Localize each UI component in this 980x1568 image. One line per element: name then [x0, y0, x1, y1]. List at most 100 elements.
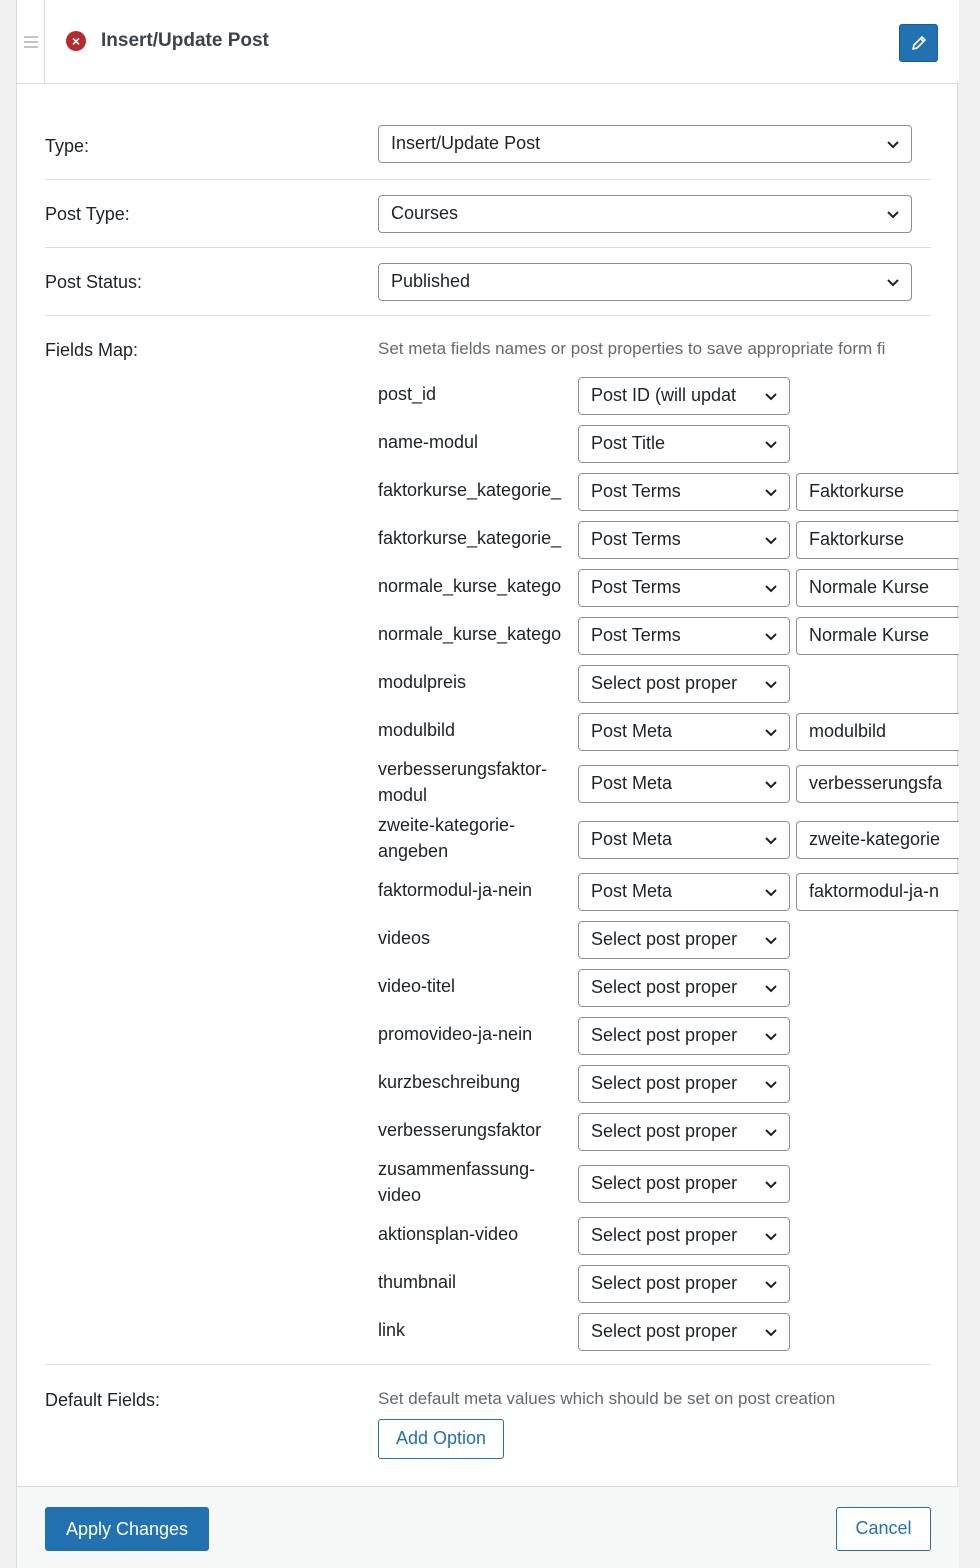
error-icon: ×	[66, 31, 86, 51]
panel-title: Insert/Update Post	[101, 30, 269, 51]
field-map-property-select[interactable]: Select post proper	[578, 1017, 790, 1055]
field-map-property-select[interactable]: Select post proper	[578, 1313, 790, 1351]
field-map-meta-input[interactable]: faktormodul-ja-n	[796, 873, 959, 911]
drag-handle-icon[interactable]	[17, 0, 45, 84]
action-panel: × Insert/Update Post Type: Insert/Update…	[16, 0, 959, 1568]
chevron-down-icon	[765, 1033, 777, 1041]
field-map-meta-input[interactable]: verbesserungsfa	[796, 765, 959, 803]
field-map-property-select[interactable]: Select post proper	[578, 1113, 790, 1151]
field-map-property-value: Select post proper	[591, 977, 738, 997]
field-map-property-value: Post Title	[591, 433, 666, 453]
field-map-property-value: Post Meta	[591, 829, 673, 849]
default-fields-description: Set default meta values which should be …	[378, 1389, 836, 1408]
chevron-down-icon	[765, 729, 777, 737]
divider	[45, 179, 931, 180]
chevron-down-icon	[765, 585, 777, 593]
chevron-down-icon	[765, 781, 777, 789]
post-status-select[interactable]: Published	[378, 263, 912, 301]
field-map-name: modulbild	[378, 720, 456, 740]
chevron-down-icon	[765, 937, 777, 945]
field-map-property-value: Select post proper	[591, 1273, 738, 1293]
chevron-down-icon	[765, 681, 777, 689]
chevron-down-icon	[765, 1081, 777, 1089]
field-map-name: promovideo-ja-nein	[378, 1024, 533, 1044]
field-map-property-select[interactable]: Post Terms	[578, 521, 790, 559]
field-map-property-value: Post Meta	[591, 881, 673, 901]
field-map-property-select[interactable]: Post Terms	[578, 569, 790, 607]
field-map-property-select[interactable]: Select post proper	[578, 1165, 790, 1203]
chevron-down-icon	[765, 633, 777, 641]
chevron-down-icon	[765, 441, 777, 449]
apply-changes-button[interactable]: Apply Changes	[45, 1507, 209, 1551]
field-map-property-select[interactable]: Select post proper	[578, 665, 790, 703]
field-map-property-value: Post Meta	[591, 773, 673, 793]
field-map-name: normale_kurse_katego	[378, 624, 562, 644]
chevron-down-icon	[765, 985, 777, 993]
field-map-property-value: Post Terms	[591, 625, 681, 645]
field-map-property-select[interactable]: Post ID (will updat	[578, 377, 790, 415]
field-map-name: verbesserungsfaktor-modul	[378, 759, 548, 805]
divider	[45, 315, 931, 316]
fields-map-label: Fields Map:	[45, 340, 139, 360]
field-map-property-select[interactable]: Select post proper	[578, 1217, 790, 1255]
edit-button[interactable]	[899, 24, 938, 62]
field-map-name: thumbnail	[378, 1272, 457, 1292]
field-map-name: aktionsplan-video	[378, 1224, 519, 1244]
type-select[interactable]: Insert/Update Post	[378, 125, 912, 163]
field-map-property-value: Select post proper	[591, 1173, 738, 1193]
field-map-property-value: Post Meta	[591, 721, 673, 741]
field-map-property-select[interactable]: Post Meta	[578, 821, 790, 859]
field-map-property-select[interactable]: Post Meta	[578, 713, 790, 751]
field-map-property-select[interactable]: Post Meta	[578, 873, 790, 911]
type-label: Type:	[45, 136, 90, 156]
add-option-button[interactable]: Add Option	[378, 1419, 504, 1459]
field-map-meta-input[interactable]: Faktorkurse	[796, 473, 959, 511]
chevron-down-icon	[765, 489, 777, 497]
field-map-property-select[interactable]: Select post proper	[578, 921, 790, 959]
field-map-property-value: Select post proper	[591, 673, 738, 693]
panel-header: × Insert/Update Post	[17, 0, 959, 84]
field-map-property-select[interactable]: Post Title	[578, 425, 790, 463]
field-map-name: name-modul	[378, 432, 479, 452]
field-map-property-value: Select post proper	[591, 929, 738, 949]
chevron-down-icon	[765, 837, 777, 845]
field-map-meta-input[interactable]: modulbild	[796, 713, 959, 751]
divider	[45, 247, 931, 248]
field-map-meta-input[interactable]: Faktorkurse	[796, 521, 959, 559]
field-map-name: post_id	[378, 384, 437, 404]
field-map-name: verbesserungsfaktor	[378, 1120, 542, 1140]
field-map-name: faktorkurse_kategorie_	[378, 528, 562, 548]
field-map-meta-input[interactable]: Normale Kurse	[796, 569, 959, 607]
field-map-name: modulpreis	[378, 672, 467, 692]
post-type-label: Post Type:	[45, 204, 130, 224]
field-map-property-select[interactable]: Select post proper	[578, 1065, 790, 1103]
post-status-label: Post Status:	[45, 272, 143, 292]
field-map-property-select[interactable]: Select post proper	[578, 969, 790, 1007]
field-map-property-value: Post Terms	[591, 529, 681, 549]
field-map-property-value: Select post proper	[591, 1225, 738, 1245]
field-map-property-select[interactable]: Post Terms	[578, 617, 790, 655]
chevron-down-icon	[887, 141, 899, 149]
field-map-meta-input[interactable]: Normale Kurse	[796, 617, 959, 655]
field-map-meta-input[interactable]: zweite-kategorie	[796, 821, 959, 859]
field-map-property-value: Select post proper	[591, 1073, 738, 1093]
field-map-property-value: Select post proper	[591, 1121, 738, 1141]
post-type-select[interactable]: Courses	[378, 195, 912, 233]
field-map-name: video-titel	[378, 976, 456, 996]
divider	[45, 1364, 931, 1365]
chevron-down-icon	[765, 537, 777, 545]
field-map-property-select[interactable]: Post Meta	[578, 765, 790, 803]
fields-map-description: Set meta fields names or post properties…	[378, 339, 886, 358]
chevron-down-icon	[765, 889, 777, 897]
chevron-down-icon	[765, 1181, 777, 1189]
chevron-down-icon	[765, 1281, 777, 1289]
field-map-property-select[interactable]: Post Terms	[578, 473, 790, 511]
chevron-down-icon	[765, 1329, 777, 1337]
field-map-name: link	[378, 1320, 406, 1340]
field-map-name: normale_kurse_katego	[378, 576, 562, 596]
field-map-name: zweite-kategorie-angeben	[378, 815, 516, 861]
cancel-button[interactable]: Cancel	[836, 1507, 931, 1551]
field-map-property-value: Post ID (will updat	[591, 385, 737, 405]
post-type-select-value: Courses	[391, 203, 459, 223]
field-map-property-select[interactable]: Select post proper	[578, 1265, 790, 1303]
